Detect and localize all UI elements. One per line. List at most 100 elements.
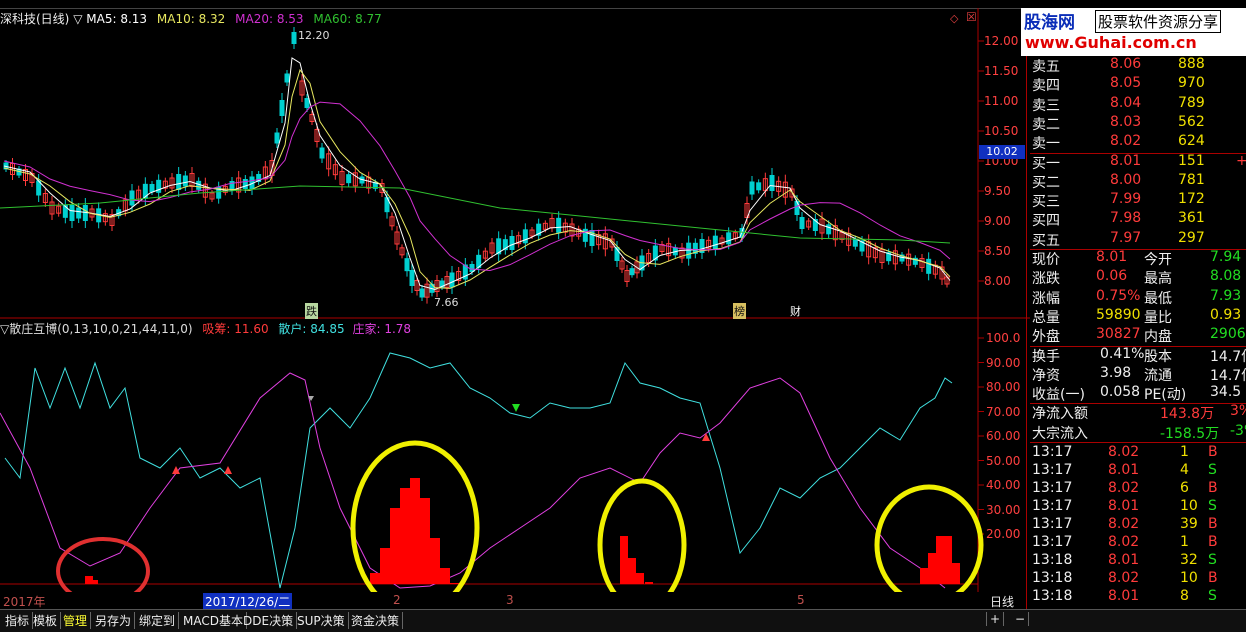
toolbar-tab[interactable]: 模板 [30,612,62,629]
ask-row[interactable]: 卖二 8.03 562 [1030,114,1246,133]
ask-price: 8.05 [1110,75,1142,92]
diamond-icon[interactable]: ◇ [950,12,958,25]
tick-volume: 1 [1180,534,1189,550]
tick-row[interactable]: 13:18 8.01 8 S [1030,588,1246,607]
toolbar-tab[interactable]: 资金决策 [348,612,404,629]
period-label[interactable]: 日线 [990,593,1014,610]
bid-volume: 781 [1178,171,1205,188]
bid-row[interactable]: 买三 7.99 172 [1030,191,1246,210]
ma60-label: MA60: 8.77 [313,12,382,26]
stat-row[interactable]: 涨幅 0.75% 最低 7.93 [1030,288,1246,307]
sanhu-label: 散户: 84.85 [278,322,345,336]
ask-row[interactable]: 卖一 8.02 624 [1030,133,1246,152]
price-tick-label: 8.00 [984,274,1011,288]
month-label: 3 [506,593,514,607]
tick-row[interactable]: 13:17 8.01 4 S [1030,462,1246,481]
candle [242,179,248,189]
toolbar-tab[interactable]: SUP决策 [294,612,349,629]
down-arrow-icon [512,404,520,412]
stat-row[interactable]: 涨跌 0.06 最高 8.08 [1030,268,1246,287]
zoom-out-button[interactable]: − [1012,612,1030,626]
stat-row[interactable]: 总量 59890 量比 0.93 [1030,307,1246,326]
price-tick-label: 11.50 [984,64,1019,78]
tick-row[interactable]: 13:17 8.02 39 B [1030,516,1246,535]
tick-side: B [1208,516,1218,532]
candle [926,258,932,274]
chart-area[interactable]: 深科技(日线) ▽ MA5: 8.13 MA10: 8.32 MA20: 8.5… [0,8,1030,592]
bid-label: 买二 [1032,174,1060,191]
stat-row[interactable]: 换手 0.41%股本 14.7亿 [1030,346,1246,365]
price-tick-label: 9.00 [984,214,1011,228]
ask-price: 8.06 [1110,56,1142,72]
bid-row[interactable]: 买四 7.98 361 [1030,210,1246,229]
zoom-in-button[interactable]: + [986,612,1005,626]
tick-row[interactable]: 13:17 8.02 1 B [1030,444,1246,463]
bid-row[interactable]: 买二 8.00 781 [1030,172,1246,191]
candle [76,207,82,219]
stat-label: 股本 [1144,348,1172,365]
ma5-label: MA5: 8.13 [86,12,148,26]
event-label-drop[interactable]: 跌 [305,303,318,319]
candle [629,268,635,276]
stat-row[interactable]: 收益(一) 0.058 PE(动) 34.5 [1030,384,1246,403]
tick-side: B [1208,570,1218,586]
tick-volume: 4 [1180,462,1189,478]
indicator-title[interactable]: ▽散庄互博(0,13,10,0,21,44,11,0) [0,322,193,336]
stock-title[interactable]: 深科技(日线) [0,12,69,26]
stat-row[interactable]: 现价 8.01 今开 7.94 [1030,249,1246,268]
flow-row[interactable]: 净流入额 143.8万 3% [1030,403,1246,422]
candle [304,98,310,108]
tick-row[interactable]: 13:17 8.02 1 B [1030,534,1246,553]
toolbar-tab[interactable]: MACD基本 [180,612,247,629]
ask-volume: 970 [1178,75,1205,92]
tick-time: 13:17 [1032,480,1073,496]
stat-value: 14.7亿 [1210,348,1246,365]
ask-volume: 789 [1178,94,1205,111]
ask-row[interactable]: 卖三 8.04 789 [1030,95,1246,114]
stat-row[interactable]: 外盘 30827内盘 29063 [1030,326,1246,345]
candle [319,147,325,159]
flow-label: 净流入额 [1032,406,1088,423]
bid-change: + [1236,152,1246,169]
toolbar-tab[interactable]: 绑定到 [136,612,180,629]
tick-row[interactable]: 13:18 8.01 32 S [1030,552,1246,571]
tick-row[interactable]: 13:18 8.02 10 B [1030,570,1246,589]
candle [196,180,202,190]
toolbar-tab[interactable]: 管理 [60,612,92,629]
bid-row[interactable]: 买五 7.97 297 [1030,230,1246,249]
candle [794,201,800,215]
kline-chart-svg[interactable] [0,8,1030,592]
indicator-tick-label: 30.00 [986,502,1021,517]
main-chart-header: 深科技(日线) ▽ MA5: 8.13 MA10: 8.32 MA20: 8.5… [0,10,382,27]
ask-label: 卖五 [1032,59,1060,75]
ask-row[interactable]: 卖五 8.06 888 [1030,56,1246,75]
stat-row[interactable]: 净资 3.98 流通 14.7亿 [1030,365,1246,384]
ask-price: 8.03 [1110,113,1142,130]
ask-row[interactable]: 卖四 8.05 970 [1030,75,1246,94]
tick-time: 13:17 [1032,516,1073,532]
bid-price: 8.00 [1110,171,1142,188]
toolbar-tab[interactable]: 另存为 [92,612,136,629]
filter-icon[interactable]: ▽ [73,12,82,26]
tick-volume: 10 [1180,570,1198,586]
flow-value: -158.5万 [1160,425,1220,442]
tick-row[interactable]: 13:17 8.02 6 B [1030,480,1246,499]
candle [449,272,455,288]
tick-side: B [1208,480,1218,496]
flow-row[interactable]: 大宗流入 -158.5万 -3% [1030,423,1246,442]
current-price-tag: 10.02 [979,145,1025,159]
price-tick-label: 9.50 [984,184,1011,198]
indicator-tick-label: 20.00 [986,527,1021,541]
tick-volume: 10 [1180,498,1198,514]
event-label-finance[interactable]: 财 [790,303,801,319]
selected-date[interactable]: 2017/12/26/二 [203,593,293,610]
candle [799,217,805,229]
close-icon[interactable]: ☒ [966,10,977,24]
tick-row[interactable]: 13:17 8.01 10 S [1030,498,1246,517]
tick-price: 8.01 [1108,498,1140,514]
toolbar-tab[interactable]: 指标 [2,612,34,629]
bid-row[interactable]: 买一 8.01 151 + [1030,153,1246,172]
event-label-rank[interactable]: 榜 [733,303,746,319]
candle [522,229,528,244]
toolbar-tab[interactable]: DDE决策 [240,612,298,629]
